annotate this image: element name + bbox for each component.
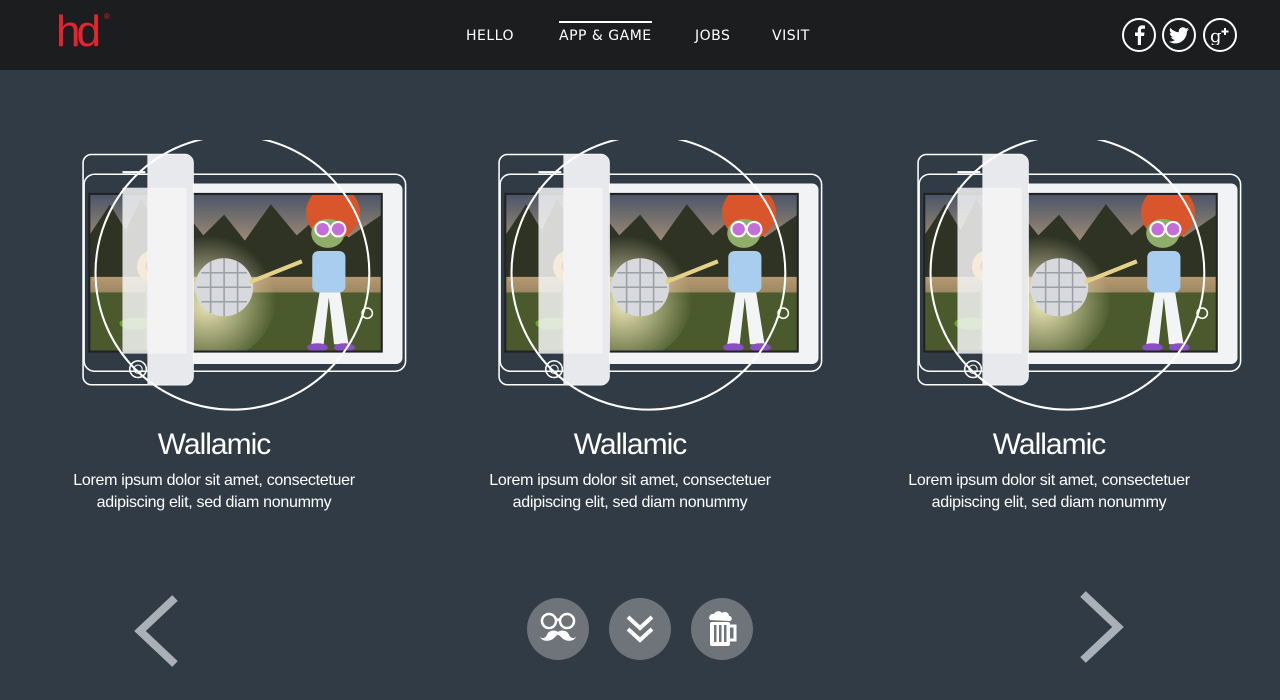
device-mockup-image (485, 140, 845, 420)
google-plus-icon: g (1210, 26, 1229, 45)
card-description: Lorem ipsum dolor sit amet, consectetuer… (904, 470, 1194, 514)
card-description-line: Lorem ipsum dolor sit amet, consectetuer (489, 472, 771, 489)
contact-button[interactable] (691, 598, 753, 660)
nav-item-app-game[interactable]: APP & GAME (559, 21, 652, 44)
beer-mug-icon (709, 611, 737, 646)
chevron-right-icon (1080, 591, 1124, 663)
card-description: Lorem ipsum dolor sit amet, consectetuer… (69, 470, 359, 514)
nav-item-jobs[interactable]: JOBS (695, 28, 730, 44)
nav-item-visit[interactable]: VISIT (772, 28, 810, 44)
prev-button[interactable] (130, 594, 182, 673)
device-mockup-image (904, 140, 1264, 420)
card-description-line: adipiscing elit, sed diam nonummy (96, 494, 332, 511)
scroll-down-button[interactable] (609, 598, 671, 660)
logo[interactable]: hd ® (56, 10, 112, 54)
card-description-line: adipiscing elit, sed diam nonummy (931, 494, 1167, 511)
double-chevron-down-icon (626, 615, 654, 643)
chevron-left-icon (134, 595, 178, 667)
device-mockup-image (69, 140, 429, 420)
about-button[interactable] (527, 598, 589, 660)
app-card[interactable]: Wallamic Lorem ipsum dolor sit amet, con… (69, 140, 429, 540)
svg-text:g: g (1210, 26, 1222, 45)
app-card[interactable]: Wallamic Lorem ipsum dolor sit amet, con… (904, 140, 1264, 540)
card-description-line: Lorem ipsum dolor sit amet, consectetuer (908, 472, 1190, 489)
facebook-button[interactable] (1122, 18, 1156, 52)
twitter-icon (1169, 26, 1189, 43)
app-card[interactable]: Wallamic Lorem ipsum dolor sit amet, con… (485, 140, 845, 540)
card-description: Lorem ipsum dolor sit amet, consectetuer… (485, 470, 775, 514)
logo-text: hd (56, 7, 101, 56)
facebook-icon (1135, 25, 1145, 45)
twitter-button[interactable] (1162, 18, 1196, 52)
registered-mark: ® (104, 12, 110, 21)
next-button[interactable] (1076, 590, 1128, 669)
nav-item-hello[interactable]: HELLO (466, 28, 514, 44)
card-title: Wallamic (573, 428, 688, 461)
card-description-line: adipiscing elit, sed diam nonummy (512, 494, 748, 511)
card-title: Wallamic (992, 428, 1107, 461)
glasses-mustache-icon (540, 612, 576, 641)
top-bar: hd ® HELLO APP & GAME JOBS VISIT g (0, 0, 1280, 70)
card-description-line: Lorem ipsum dolor sit amet, consectetuer (73, 472, 355, 489)
card-title: Wallamic (157, 428, 272, 461)
google-plus-button[interactable]: g (1203, 18, 1237, 52)
